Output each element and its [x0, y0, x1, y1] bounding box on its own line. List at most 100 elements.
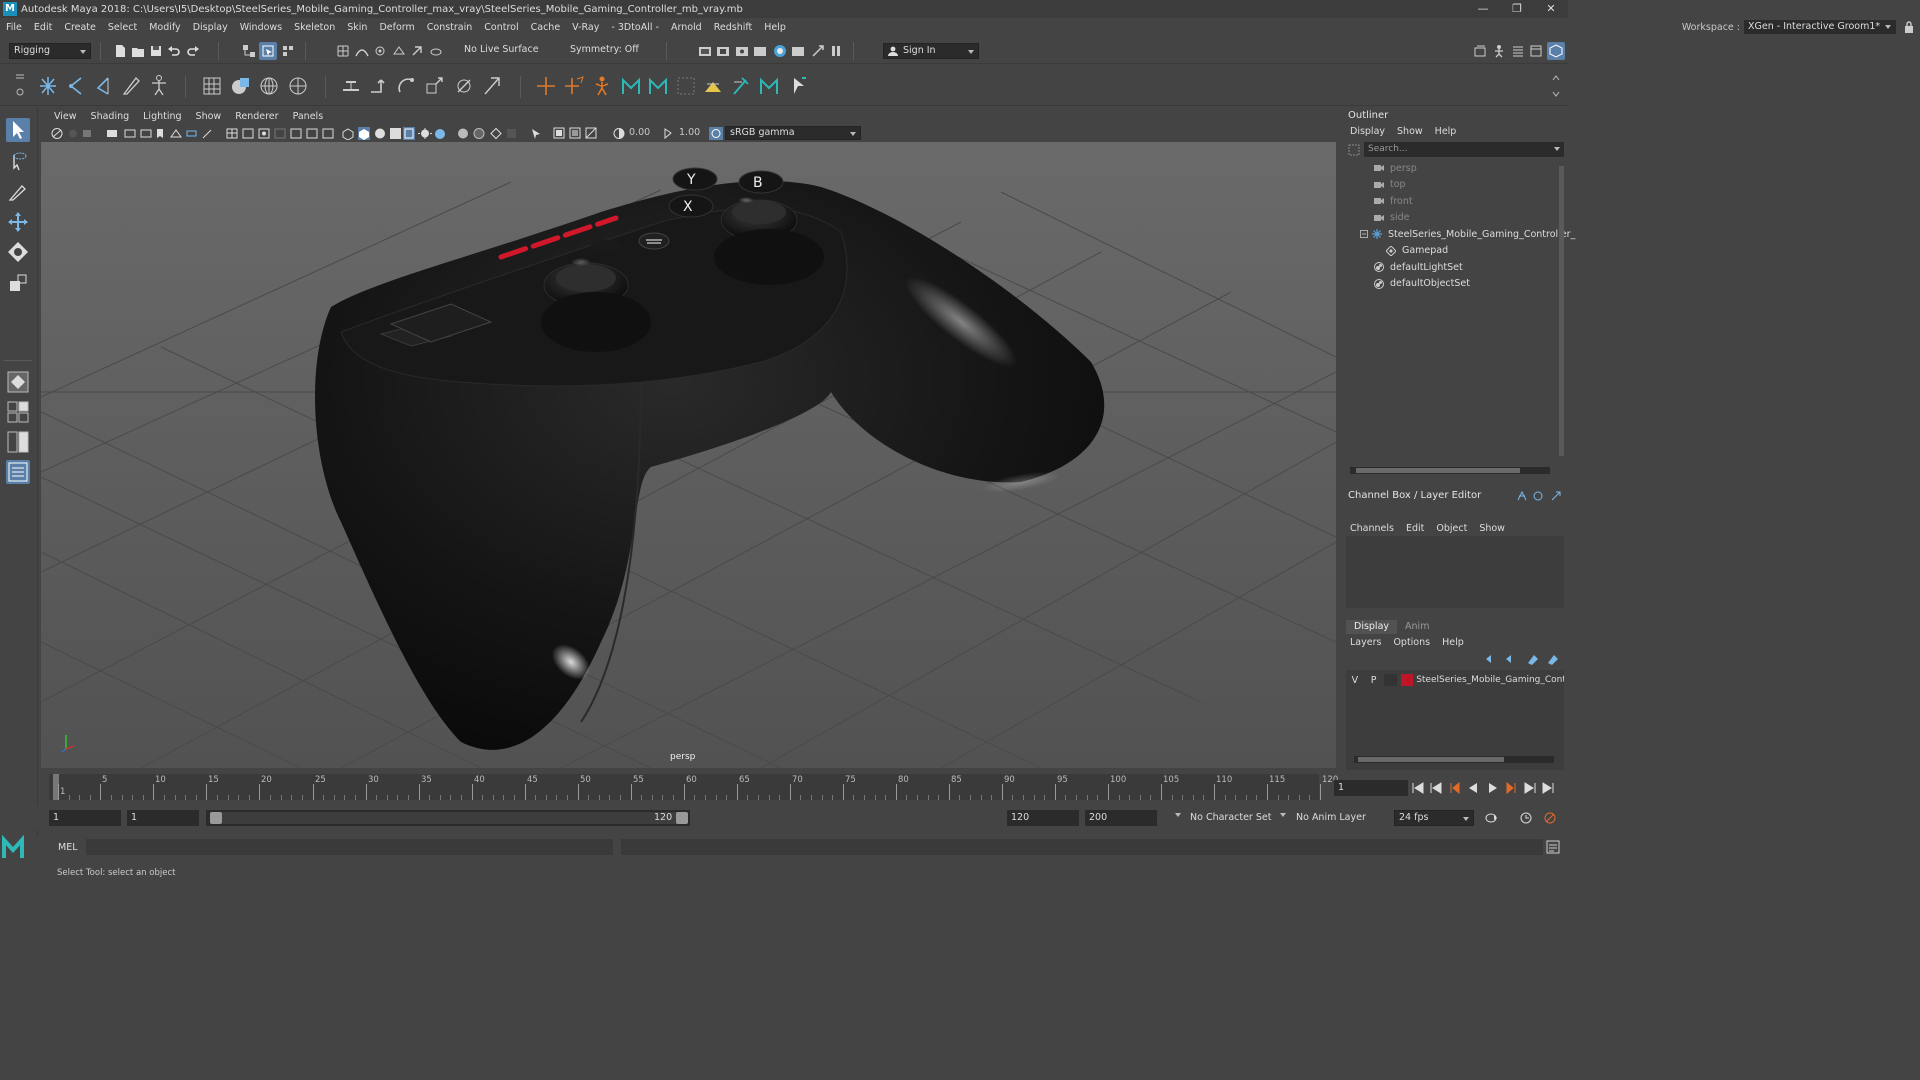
sign-in-dropdown[interactable]: Sign In [883, 43, 979, 59]
tool-settings-icon[interactable] [1529, 44, 1543, 58]
range-slider[interactable]: 1 120 [206, 810, 690, 826]
channel-box-options-icons[interactable] [1516, 490, 1562, 502]
snap-surface-icon[interactable] [429, 44, 443, 58]
lattice-icon[interactable] [201, 74, 223, 98]
collapse-icon[interactable] [1360, 230, 1368, 239]
outliner-menu-help[interactable]: Help [1429, 126, 1463, 137]
viewport-menu-shading[interactable]: Shading [84, 111, 137, 122]
select-tool-button[interactable] [6, 118, 30, 142]
tab-display[interactable]: Display [1346, 620, 1398, 634]
script-editor-icon[interactable] [1546, 840, 1560, 854]
snap-live-icon[interactable] [410, 44, 424, 58]
playback-options-icons[interactable] [1484, 811, 1564, 825]
command-language-label[interactable]: MEL [58, 842, 78, 853]
outliner-item-top[interactable]: top [1346, 177, 1556, 194]
menu-file[interactable]: File [0, 22, 28, 33]
menu-skeleton[interactable]: Skeleton [288, 22, 341, 33]
tab-anim[interactable]: Anim [1397, 620, 1437, 634]
snap-curve-icon[interactable] [355, 44, 369, 58]
outliner-item-controller-group[interactable]: SteelSeries_Mobile_Gaming_Controller_ [1346, 226, 1575, 243]
layer-menu-options[interactable]: Options [1387, 637, 1436, 648]
color-management-icon[interactable] [709, 127, 723, 140]
outliner-item-gamepad[interactable]: Gamepad [1346, 243, 1556, 260]
single-view-layout-icon[interactable] [6, 370, 30, 394]
menu-modify[interactable]: Modify [143, 22, 186, 33]
aim-constraint-icon[interactable] [453, 74, 475, 98]
outliner-item-side[interactable]: side [1346, 210, 1556, 227]
lasso-tool-icon[interactable] [6, 150, 30, 174]
render-settings-icon[interactable] [735, 44, 749, 58]
parent-constraint-icon[interactable] [340, 74, 362, 98]
menu-deform[interactable]: Deform [373, 22, 420, 33]
shelf-tool-icon-3[interactable] [702, 74, 724, 98]
menu-vray[interactable]: V-Ray [566, 22, 605, 33]
placeholder-icon[interactable] [675, 74, 697, 98]
joint-tool-icon[interactable] [37, 74, 59, 98]
outliner-vscrollbar[interactable] [1559, 166, 1564, 456]
vray-ipr-icon[interactable] [811, 44, 825, 58]
layer-action-icons[interactable] [1484, 653, 1564, 665]
gamma-value[interactable]: 1.00 [679, 127, 700, 138]
menu-skin[interactable]: Skin [341, 22, 373, 33]
shelf-tool-icon-5[interactable] [788, 74, 810, 98]
channel-menu-channels[interactable]: Channels [1344, 523, 1400, 534]
undo-icon[interactable] [167, 44, 181, 58]
modeling-toolkit-icon[interactable] [1473, 44, 1487, 58]
cluster-icon[interactable] [287, 74, 309, 98]
outliner-layout-button[interactable] [6, 460, 30, 484]
channel-menu-object[interactable]: Object [1430, 523, 1473, 534]
redo-icon[interactable] [186, 44, 200, 58]
layer-color-swatch[interactable] [1401, 674, 1414, 686]
current-frame-field[interactable]: 1 [1334, 780, 1408, 796]
3d-viewport[interactable]: Y B X persp [41, 142, 1336, 768]
symmetry-dropdown[interactable]: Symmetry: Off [566, 43, 658, 59]
layer-visibility-toggle[interactable]: V [1346, 675, 1364, 686]
animation-end-field[interactable]: 200 [1085, 810, 1157, 826]
viewport-menu-view[interactable]: View [47, 111, 84, 122]
layer-hscrollbar[interactable] [1354, 756, 1554, 763]
channel-menu-edit[interactable]: Edit [1400, 523, 1430, 534]
lock-icon[interactable] [1904, 21, 1914, 33]
character-set-dropdown[interactable]: No Character Set [1186, 810, 1276, 826]
render-view-icon[interactable] [773, 44, 787, 58]
menu-control[interactable]: Control [478, 22, 524, 33]
channel-menu-show[interactable]: Show [1473, 523, 1511, 534]
menu-select[interactable]: Select [102, 22, 143, 33]
restore-button[interactable]: ❐ [1500, 0, 1534, 18]
menu-display[interactable]: Display [187, 22, 234, 33]
four-view-layout-icon[interactable] [6, 400, 30, 424]
ipr-render-icon[interactable] [716, 44, 730, 58]
filter-icon[interactable] [1348, 144, 1360, 156]
menu-create[interactable]: Create [58, 22, 102, 33]
snap-grid-icon[interactable] [336, 44, 350, 58]
outliner-menu-display[interactable]: Display [1344, 126, 1391, 137]
skin-paint-icon[interactable] [120, 74, 142, 98]
menu-set-dropdown[interactable]: Rigging [9, 43, 91, 59]
layer-hscrollbar-thumb[interactable] [1358, 757, 1504, 762]
locator-icon[interactable] [535, 74, 557, 98]
menu-3dtoall[interactable]: - 3DtoAll - [605, 22, 665, 33]
exposure-value[interactable]: 0.00 [629, 127, 650, 138]
outliner-item-defaultlightset[interactable]: defaultLightSet [1346, 259, 1556, 276]
pause-icon[interactable] [829, 44, 843, 58]
pole-vector-icon[interactable] [481, 74, 503, 98]
playback-end-field[interactable]: 120 [1007, 810, 1079, 826]
viewport-menu-panels[interactable]: Panels [286, 111, 331, 122]
outliner-item-persp[interactable]: persp [1346, 160, 1556, 177]
scale-tool-icon[interactable] [6, 271, 30, 295]
maya-tool-icon-2[interactable] [647, 74, 669, 98]
layer-menu-help[interactable]: Help [1436, 637, 1470, 648]
new-scene-icon[interactable] [113, 44, 127, 58]
menu-windows[interactable]: Windows [234, 22, 288, 33]
orient-constraint-icon[interactable] [396, 74, 418, 98]
point-constraint-icon[interactable] [368, 74, 390, 98]
fps-dropdown[interactable]: 24 fps [1394, 810, 1474, 826]
paint-select-icon[interactable] [6, 180, 30, 204]
outliner-hscrollbar-thumb[interactable] [1356, 468, 1520, 473]
select-hierarchy-icon[interactable] [242, 44, 256, 58]
menu-help[interactable]: Help [758, 22, 792, 33]
maya-tool-icon-1[interactable] [620, 74, 642, 98]
vray-render-icon[interactable] [791, 44, 805, 58]
menu-constrain[interactable]: Constrain [421, 22, 479, 33]
ik-handle-icon[interactable] [65, 74, 87, 98]
